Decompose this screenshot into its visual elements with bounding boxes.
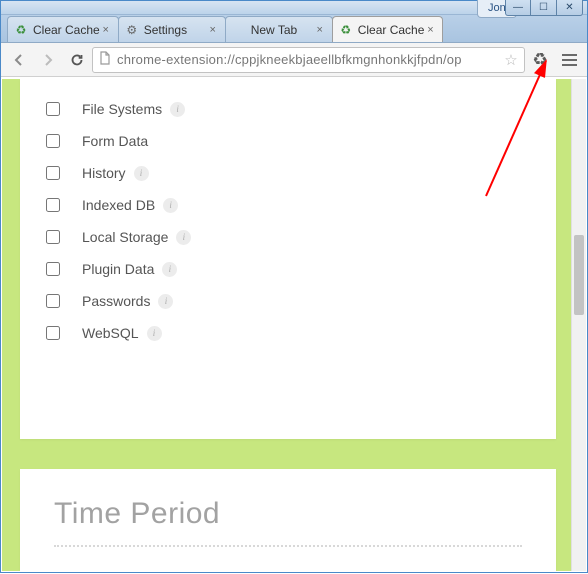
option-checkbox[interactable]: [46, 198, 60, 212]
option-label: Indexed DB: [82, 197, 155, 213]
tab-close-icon[interactable]: ×: [424, 24, 436, 36]
tab-favicon-icon: [232, 23, 246, 37]
option-checkbox[interactable]: [46, 166, 60, 180]
back-button[interactable]: [5, 46, 33, 74]
option-label: File Systems: [82, 101, 162, 117]
window-buttons: — ☐ ✕: [505, 0, 583, 16]
info-icon[interactable]: i: [176, 230, 191, 245]
reload-button[interactable]: [63, 46, 91, 74]
tab-close-icon[interactable]: ×: [207, 24, 219, 36]
time-period-card: Time Period Last HourLast DayLast Week: [20, 469, 556, 571]
tab-favicon-icon: ♻: [339, 23, 353, 37]
window-maximize[interactable]: ☐: [531, 0, 557, 16]
tab-label: Clear Cache: [358, 23, 425, 37]
tab-1[interactable]: ⚙ Settings×: [118, 16, 226, 42]
option-label: Local Storage: [82, 229, 168, 245]
option-row: Passwords i: [46, 285, 534, 317]
tab-2[interactable]: New Tab×: [225, 16, 333, 42]
option-label: WebSQL: [82, 325, 139, 341]
info-icon[interactable]: i: [147, 326, 162, 341]
option-row: History i: [46, 157, 534, 189]
bookmark-star-icon[interactable]: ☆: [502, 51, 520, 69]
tab-3[interactable]: ♻ Clear Cache×: [332, 16, 444, 42]
window-close[interactable]: ✕: [557, 0, 583, 16]
timeperiod-row: Last Hour: [54, 565, 522, 571]
option-row: File Systems i: [46, 93, 534, 125]
clear-data-options: File SystemsiForm DataHistoryiIndexed DB…: [46, 93, 534, 349]
option-checkbox[interactable]: [46, 134, 60, 148]
address-bar[interactable]: chrome-extension://cppjkneekbjaeellbfkmg…: [92, 47, 525, 73]
browser-toolbar: chrome-extension://cppjkneekbjaeellbfkmg…: [1, 43, 587, 77]
tab-strip: ♻Clear Cache×⚙Settings×New Tab×♻Clear Ca…: [1, 15, 587, 43]
time-period-options: Last HourLast DayLast Week: [54, 565, 522, 571]
time-period-heading: Time Period: [54, 497, 522, 531]
divider: [54, 545, 522, 547]
vertical-scrollbar[interactable]: [571, 79, 586, 571]
option-checkbox[interactable]: [46, 262, 60, 276]
window-minimize[interactable]: —: [505, 0, 531, 16]
info-icon[interactable]: i: [162, 262, 177, 277]
forward-button[interactable]: [34, 46, 62, 74]
tab-close-icon[interactable]: ×: [314, 24, 326, 36]
tab-label: Settings: [144, 23, 207, 37]
option-row: Plugin Data i: [46, 253, 534, 285]
scrollbar-thumb[interactable]: [574, 235, 584, 315]
option-label: Form Data: [82, 133, 148, 149]
page-viewport: File SystemsiForm DataHistoryiIndexed DB…: [2, 79, 586, 571]
option-checkbox[interactable]: [46, 326, 60, 340]
option-checkbox[interactable]: [46, 102, 60, 116]
option-label: History: [82, 165, 126, 181]
option-label: Plugin Data: [82, 261, 154, 277]
option-row: Local Storage i: [46, 221, 534, 253]
option-label: Passwords: [82, 293, 150, 309]
option-row: Form Data: [46, 125, 534, 157]
tab-close-icon[interactable]: ×: [100, 24, 112, 36]
address-url: chrome-extension://cppjkneekbjaeellbfkmg…: [117, 52, 498, 67]
info-icon[interactable]: i: [163, 198, 178, 213]
info-icon[interactable]: i: [158, 294, 173, 309]
tab-label: Clear Cache: [33, 23, 100, 37]
option-checkbox[interactable]: [46, 230, 60, 244]
info-icon[interactable]: i: [134, 166, 149, 181]
tab-label: New Tab: [251, 23, 314, 37]
tab-favicon-icon: ⚙: [125, 23, 139, 37]
tab-favicon-icon: ♻: [14, 23, 28, 37]
tab-0[interactable]: ♻ Clear Cache×: [7, 16, 119, 42]
option-row: WebSQL i: [46, 317, 534, 349]
extension-recycle-icon[interactable]: ♻: [526, 46, 554, 74]
menu-button[interactable]: [555, 46, 583, 74]
info-icon[interactable]: i: [170, 102, 185, 117]
option-row: Indexed DB i: [46, 189, 534, 221]
option-checkbox[interactable]: [46, 294, 60, 308]
clear-data-card: File SystemsiForm DataHistoryiIndexed DB…: [20, 79, 556, 439]
window-titlebar: Jon — ☐ ✕: [1, 1, 587, 15]
page-icon: [97, 51, 113, 68]
